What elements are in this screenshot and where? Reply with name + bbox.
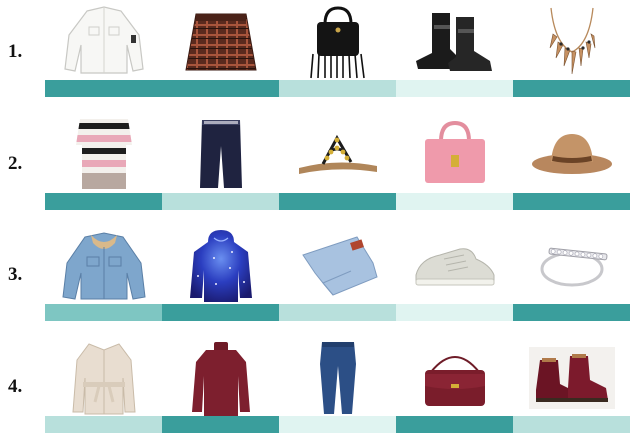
boots-photo-frame [528,347,615,409]
grey-leather-sneakers-image[interactable] [396,226,513,306]
grey-leather-sneakers-icon [415,248,494,286]
striped-oversized-sweater-image[interactable] [45,113,162,193]
plaid-mini-skirt-image[interactable] [162,2,279,82]
diamond-bar-ring-image[interactable] [513,226,630,306]
color-bar-r1-c3 [279,80,396,97]
embellished-t-strap-sandals-icon [298,134,377,174]
color-bar-r1-c1 [45,80,162,97]
color-bar-r3-c3 [279,304,396,321]
pink-tote-bag-image[interactable] [396,113,513,193]
color-bar-r4-c5 [513,416,630,433]
color-bar-r2-c3 [279,193,396,210]
tan-floppy-hat-image[interactable] [513,113,630,193]
plaid-mini-skirt-icon [184,13,257,71]
burgundy-crossbody-bag-icon [424,356,485,406]
white-cropped-jacket-image[interactable] [45,2,162,82]
fringe-bucket-bag-image[interactable] [279,2,396,82]
color-bar-r1-c2 [162,80,279,97]
striped-oversized-sweater-icon [75,119,132,189]
row-number-2: 2. [8,153,23,174]
galaxy-print-hoodie-icon [189,230,252,302]
burgundy-crossbody-bag-image[interactable] [396,338,513,418]
spike-statement-necklace-icon [549,7,595,75]
row-number-3: 3. [8,264,23,285]
tan-floppy-hat-icon [531,134,612,174]
navy-bermuda-shorts-icon [199,120,242,188]
row-number-1: 1. [8,41,23,62]
skinny-jeans-icon [319,342,356,414]
color-bar-r2-c5 [513,193,630,210]
diamond-bar-ring-icon [540,247,607,287]
color-bar-r1-c4 [396,80,513,97]
color-bar-r4-c2 [162,416,279,433]
color-bar-r1-c5 [513,80,630,97]
color-bar-r4-c4 [396,416,513,433]
burgundy-turtleneck-icon [191,342,250,416]
color-bar-r4-c3 [279,416,396,433]
burgundy-hiking-boots-icon [535,354,608,402]
color-bar-r4-c1 [45,416,162,433]
row-number-4: 4. [8,376,23,397]
embellished-t-strap-sandals-image[interactable] [279,113,396,193]
color-bar-r3-c4 [396,304,513,321]
cream-belted-cardigan-image[interactable] [45,338,162,418]
color-bar-r3-c2 [162,304,279,321]
light-wash-jeans-image[interactable] [279,226,396,306]
color-bar-r2-c4 [396,193,513,210]
pink-tote-bag-icon [424,120,485,183]
spike-statement-necklace-image[interactable] [513,2,630,82]
cream-belted-cardigan-icon [71,343,136,415]
white-cropped-jacket-icon [63,6,144,74]
sherpa-denim-jacket-image[interactable] [45,226,162,306]
burgundy-hiking-boots-image[interactable] [513,338,630,418]
sherpa-denim-jacket-icon [61,232,146,300]
galaxy-print-hoodie-image[interactable] [162,226,279,306]
black-ankle-boots-icon [415,13,492,71]
color-bar-r2-c2 [162,193,279,210]
navy-bermuda-shorts-image[interactable] [162,113,279,193]
fringe-bucket-bag-icon [309,6,365,79]
light-wash-jeans-icon [301,236,378,296]
black-ankle-boots-image[interactable] [396,2,513,82]
burgundy-turtleneck-image[interactable] [162,338,279,418]
color-bar-r2-c1 [45,193,162,210]
color-bar-r3-c5 [513,304,630,321]
skinny-jeans-image[interactable] [279,338,396,418]
color-bar-r3-c1 [45,304,162,321]
